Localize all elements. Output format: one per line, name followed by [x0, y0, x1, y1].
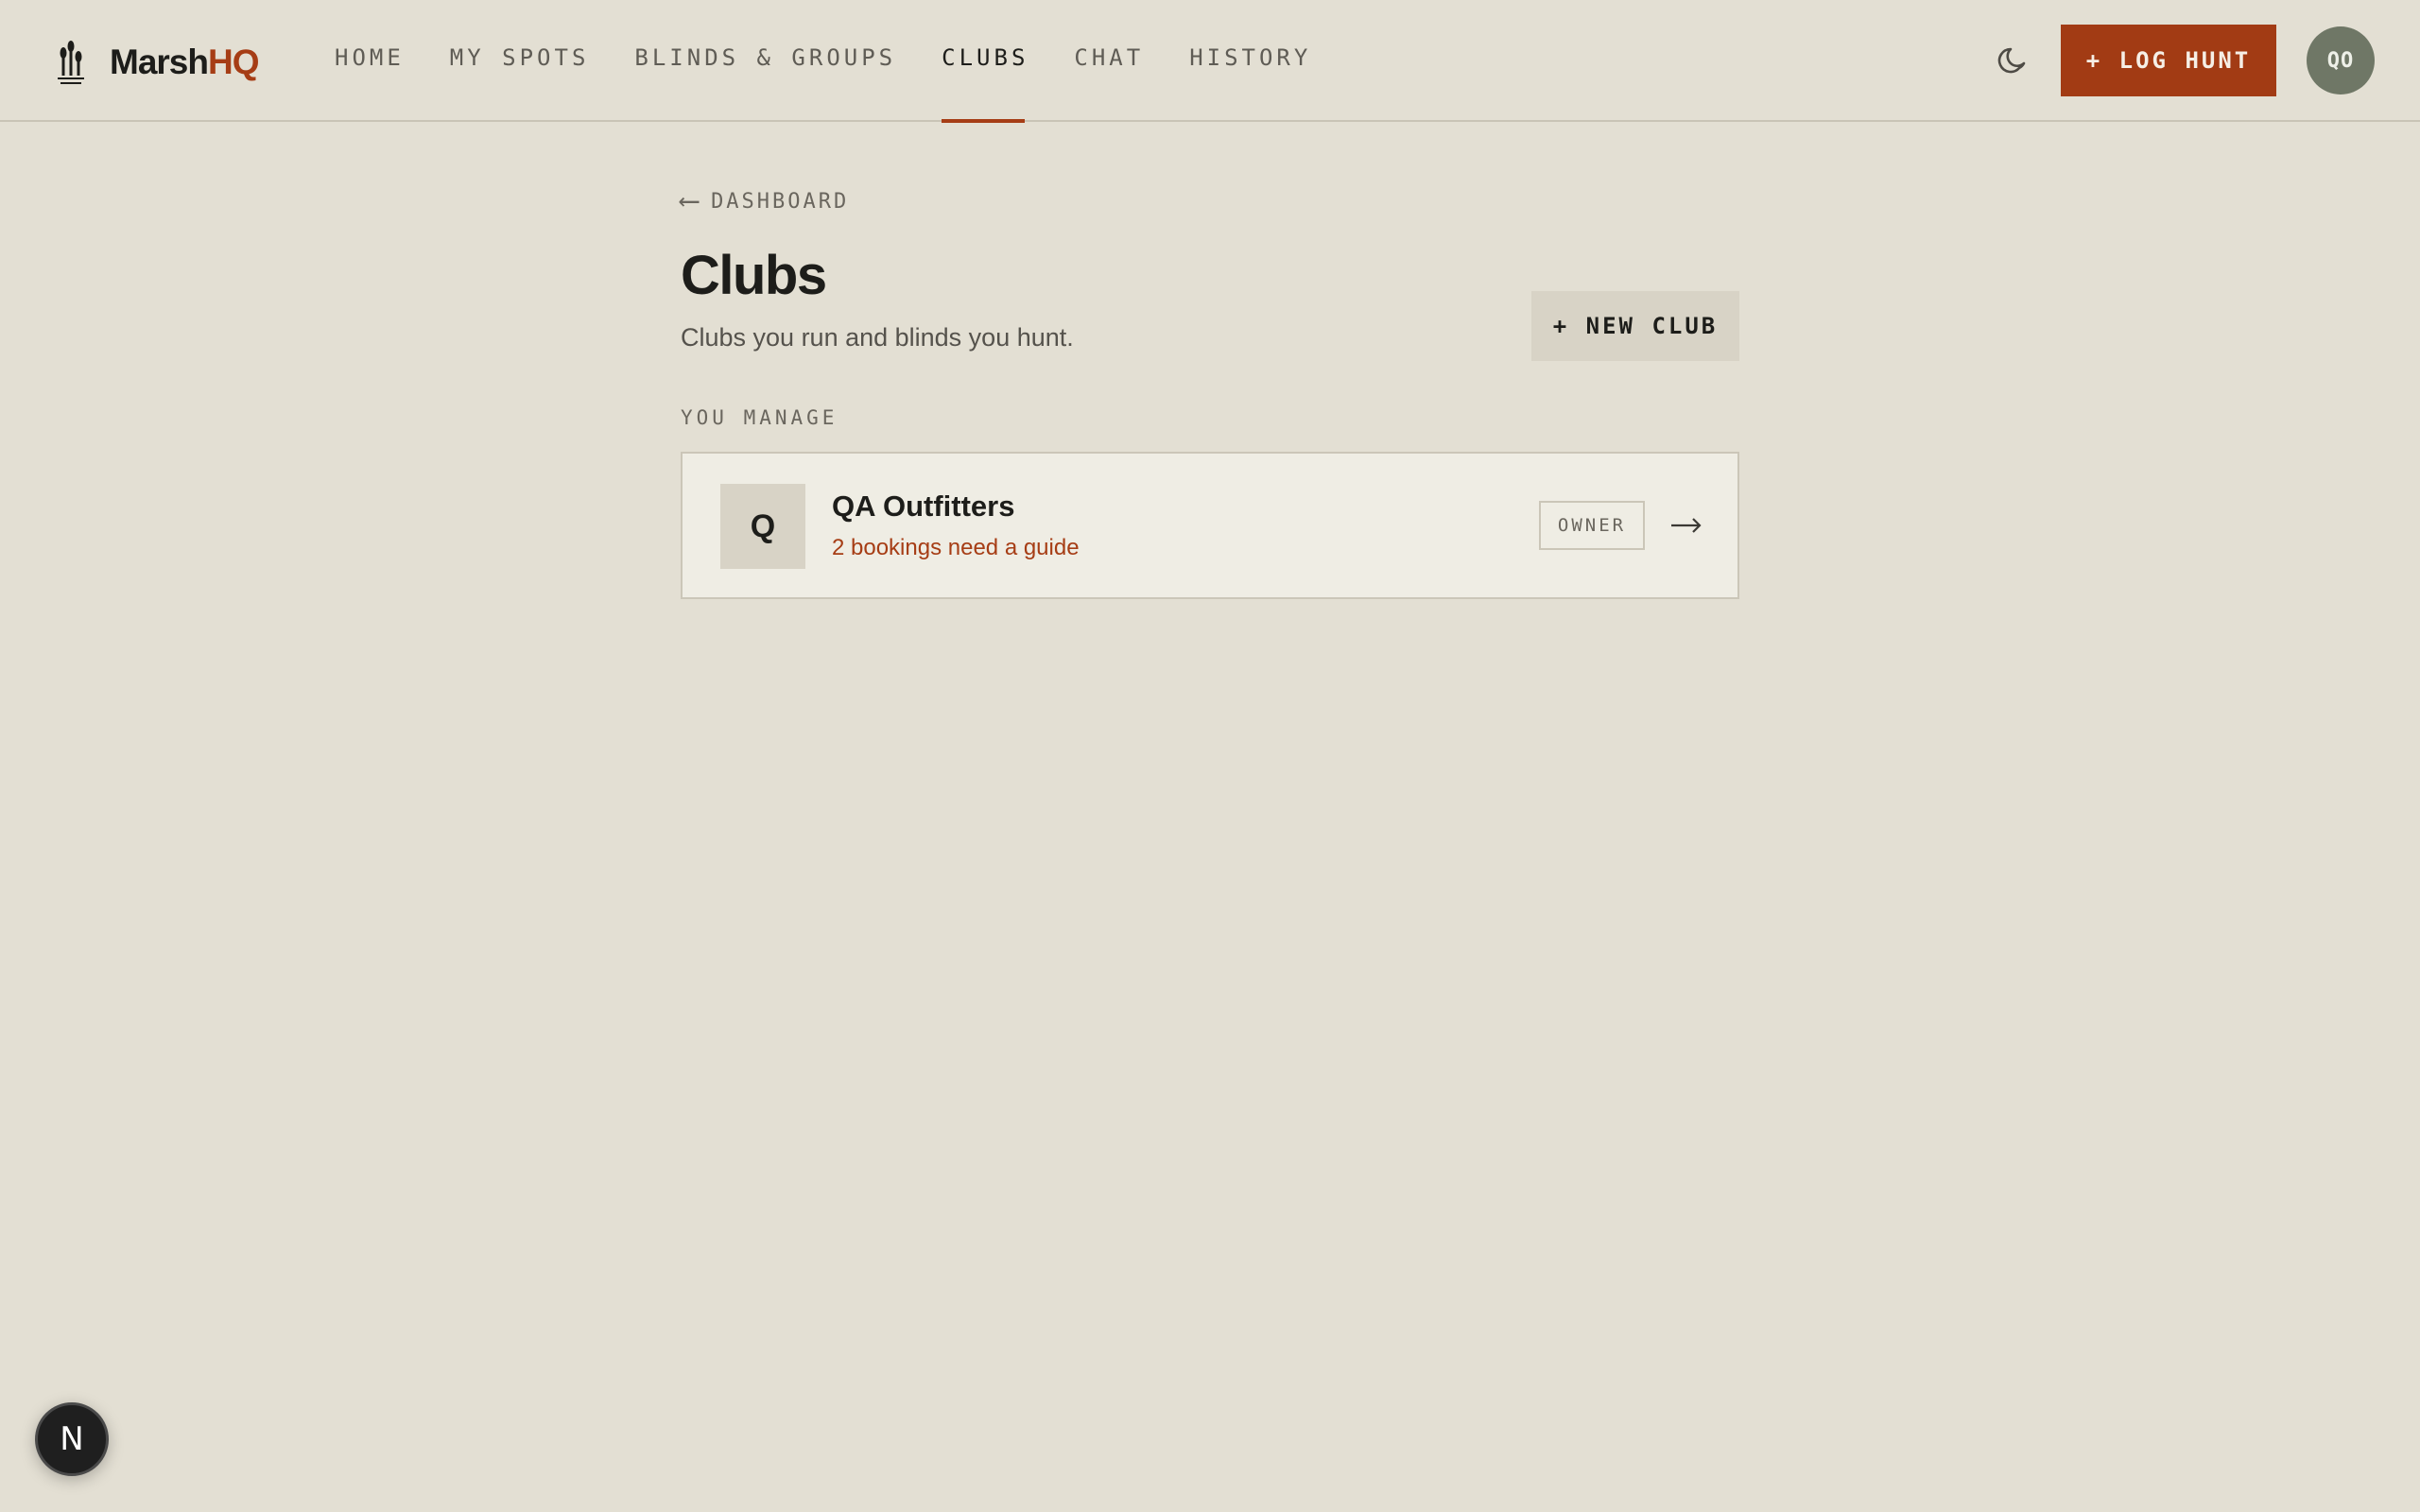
nav-item-clubs[interactable]: CLUBS [942, 0, 1028, 123]
club-status: 2 bookings need a guide [832, 535, 1080, 560]
moon-icon[interactable] [1996, 44, 2029, 77]
nav-item-chat[interactable]: CHAT [1074, 0, 1144, 122]
club-name: QA Outfitters [832, 490, 1015, 523]
breadcrumb-back-link[interactable]: ⟵ DASHBOARD [681, 185, 849, 217]
arrow-right-icon [1671, 518, 1702, 533]
back-arrow-icon: ⟵ [681, 184, 699, 217]
club-card[interactable]: Q QA Outfitters 2 bookings need a guide … [681, 452, 1739, 599]
new-club-button[interactable]: + NEW CLUB [1531, 291, 1739, 361]
log-hunt-button[interactable]: + LOG HUNT [2061, 25, 2276, 96]
brand-name: MarshHQ [110, 43, 259, 81]
page-title: Clubs [681, 245, 827, 306]
page-subtitle: Clubs you run and blinds you hunt. [681, 323, 1074, 352]
brand-logo[interactable]: MarshHQ [55, 38, 259, 87]
main-nav: HOME MY SPOTS BLINDS & GROUPS CLUBS CHAT… [335, 0, 1357, 123]
nav-item-blinds-groups[interactable]: BLINDS & GROUPS [634, 0, 896, 122]
dev-tools-badge[interactable]: N [35, 1402, 109, 1476]
club-initial-avatar: Q [720, 484, 805, 569]
user-avatar[interactable]: QO [2307, 26, 2375, 94]
role-badge: OWNER [1539, 501, 1645, 550]
top-navigation-bar: MarshHQ HOME MY SPOTS BLINDS & GROUPS CL… [0, 0, 2420, 123]
section-label-you-manage: YOU MANAGE [681, 406, 838, 429]
dev-badge-label: N [60, 1420, 84, 1458]
reeds-icon [58, 41, 84, 84]
nav-item-my-spots[interactable]: MY SPOTS [450, 0, 590, 122]
breadcrumb-label: DASHBOARD [711, 189, 850, 214]
nav-item-history[interactable]: HISTORY [1189, 0, 1311, 122]
nav-item-home[interactable]: HOME [335, 0, 405, 122]
